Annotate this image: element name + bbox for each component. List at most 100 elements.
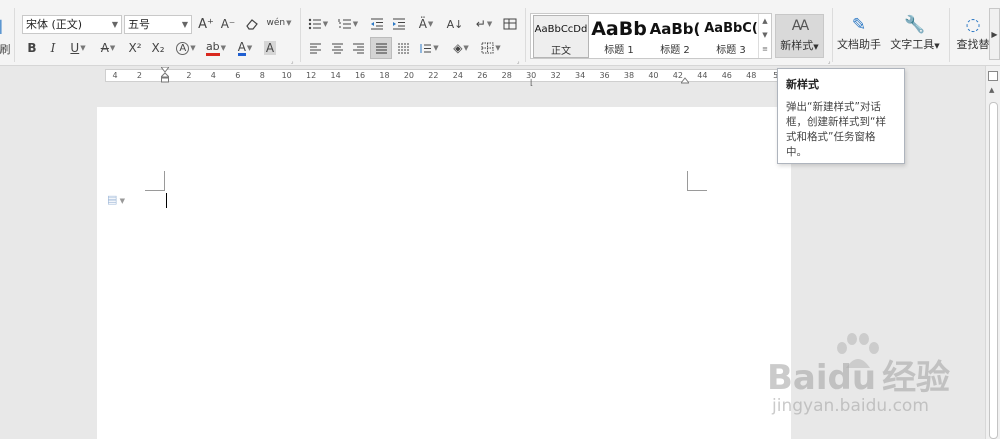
bold-button[interactable]: B xyxy=(25,39,39,57)
style-heading-3[interactable]: AaBbC( 标题 3 xyxy=(703,15,759,58)
style-label: 标题 1 xyxy=(604,45,634,56)
chevron-down-icon[interactable]: ▼ xyxy=(759,28,771,42)
indent-marker-icon[interactable] xyxy=(159,66,171,83)
increase-font-size-button[interactable]: A⁺ xyxy=(198,15,214,33)
margin-corner-top-left xyxy=(145,171,165,191)
style-heading-2[interactable]: AaBb( 标题 2 xyxy=(647,15,703,58)
borders-button[interactable]: ▼ xyxy=(479,39,503,57)
phonetic-guide-button[interactable]: wén ▼ xyxy=(266,14,292,32)
document-page[interactable]: ▤ ▼ xyxy=(97,107,791,439)
styles-scroll[interactable]: ▲ ▼ ≡ xyxy=(758,14,771,58)
strikethrough-button[interactable]: A ▼ xyxy=(97,39,119,57)
chinese-layout-icon: Ä xyxy=(418,17,427,31)
underline-label: U xyxy=(70,41,80,55)
baidu-paw-icon xyxy=(832,332,882,372)
char-shading-label: A xyxy=(263,41,277,55)
font-color-button[interactable]: A ▼ xyxy=(234,39,256,57)
sort-button[interactable]: A↓ xyxy=(447,15,464,33)
font-color-label: A xyxy=(237,39,246,56)
clear-format-button[interactable] xyxy=(243,15,261,33)
style-heading-1[interactable]: AaBb 标题 1 xyxy=(591,15,647,58)
ruler-number: 32 xyxy=(550,71,561,80)
ruler-number: 16 xyxy=(354,71,366,80)
align-center-button[interactable] xyxy=(329,39,345,57)
new-style-button[interactable]: AA 新样式▼ xyxy=(775,14,824,58)
decrease-font-size-button[interactable]: A⁻ xyxy=(220,15,236,33)
line-spacing-button[interactable]: ▼ xyxy=(417,39,441,57)
scroll-up-icon[interactable]: ▲ xyxy=(989,86,994,94)
text-effect-button[interactable]: A ▼ xyxy=(174,39,198,57)
style-normal[interactable]: AaBbCcDd 正文 xyxy=(533,15,589,58)
vertical-scrollbar[interactable]: ▲ xyxy=(985,66,1000,439)
align-right-icon xyxy=(352,43,364,53)
scroll-thumb[interactable] xyxy=(989,102,998,439)
align-left-button[interactable] xyxy=(307,39,323,57)
text-effect-label: A xyxy=(176,41,190,55)
expand-gallery-icon[interactable]: ≡ xyxy=(759,42,771,56)
ribbon-toolbar: ▏ 宋体 (正文) 刷 宋体 (正文) ▼ 五号 ▼ A⁺ A⁻ wén▼ B … xyxy=(0,0,1000,66)
style-label: 标题 3 xyxy=(716,45,746,56)
italic-button[interactable]: I xyxy=(46,39,60,57)
distribute-button[interactable] xyxy=(395,39,411,57)
distribute-icon xyxy=(397,43,409,53)
chevron-up-icon[interactable]: ▲ xyxy=(759,14,771,28)
borders-icon xyxy=(481,42,494,54)
ruler-number: 28 xyxy=(501,71,512,80)
ruler-number: 44 xyxy=(697,71,708,80)
indent-icon xyxy=(393,18,405,30)
font-size-value: 五号 xyxy=(128,18,150,31)
right-indent-marker-icon[interactable] xyxy=(679,74,691,84)
ruler-number: 4 xyxy=(112,71,118,80)
doc-helper-button[interactable]: ✎ 文档助手 xyxy=(836,14,882,58)
highlight-label: ab xyxy=(205,40,220,56)
format-painter-button[interactable]: 刷 xyxy=(0,40,11,58)
strikethrough-label: A xyxy=(100,41,109,55)
ruler-toggle-icon[interactable] xyxy=(988,71,998,81)
chinese-layout-button[interactable]: Ä ▼ xyxy=(414,15,438,33)
underline-button[interactable]: U ▼ xyxy=(67,39,89,57)
table-tools-button[interactable] xyxy=(502,15,518,33)
ruler-number: 46 xyxy=(721,71,732,80)
watermark-url: jingyan.baidu.com xyxy=(772,396,929,416)
bullet-list-button[interactable]: ▼ xyxy=(306,15,330,33)
increase-indent-button[interactable] xyxy=(391,15,407,33)
ribbon-scroll-right[interactable]: ▶ xyxy=(989,8,1000,60)
ruler-number: 12 xyxy=(306,71,317,80)
paragraph-dialog-launcher[interactable]: ⌟ xyxy=(515,58,521,65)
ruler-number: 48 xyxy=(746,71,757,80)
ruler-number: 20 xyxy=(403,71,415,80)
font-name-select[interactable]: 宋体 (正文) ▼ xyxy=(22,15,122,34)
ruler-number: 18 xyxy=(379,71,390,80)
paragraph-layout-icon[interactable]: ▤ ▼ xyxy=(107,193,135,207)
phonetic-label: wén xyxy=(266,18,286,28)
decrease-indent-button[interactable] xyxy=(369,15,385,33)
char-shading-button[interactable]: A xyxy=(262,39,278,57)
table-icon xyxy=(503,18,517,30)
style-preview: AaBb xyxy=(591,18,647,40)
justify-icon xyxy=(375,43,387,53)
tab-stop-icon[interactable]: ⌊ xyxy=(530,78,533,87)
shading-button[interactable]: ◈ ▼ xyxy=(449,39,473,57)
search-icon: ◌ xyxy=(965,15,981,35)
ruler-number: 34 xyxy=(575,71,586,80)
numbered-list-button[interactable]: ▼ xyxy=(336,15,360,33)
ruler-number: 26 xyxy=(477,71,488,80)
ruler-number: 36 xyxy=(599,71,610,80)
text-tools-button[interactable]: 🔧 文字工具▼ xyxy=(887,14,943,58)
ruler-number: 2 xyxy=(136,71,142,80)
align-right-button[interactable] xyxy=(350,39,366,57)
find-replace-button[interactable]: ◌ 查找替 xyxy=(955,14,991,58)
font-size-select[interactable]: 五号 ▼ xyxy=(124,15,192,34)
style-label: 标题 2 xyxy=(660,45,690,56)
justify-button[interactable] xyxy=(370,37,392,59)
clipboard-icon[interactable]: ▏ xyxy=(0,18,10,36)
font-dialog-launcher[interactable]: ⌟ xyxy=(289,58,295,65)
show-marks-button[interactable]: ↵ ▼ xyxy=(472,15,496,33)
tooltip-body: 弹出“新建样式”对话框，创建新样式到“样式和格式”任务窗格中。 xyxy=(786,101,886,158)
highlight-button[interactable]: ab ▼ xyxy=(204,39,228,57)
superscript-button[interactable]: X² xyxy=(126,39,144,57)
subscript-button[interactable]: X₂ xyxy=(149,39,167,57)
ruler-number: 6 xyxy=(235,71,241,80)
style-preview: AaBb( xyxy=(649,20,701,38)
ruler-number: 4 xyxy=(210,71,216,80)
